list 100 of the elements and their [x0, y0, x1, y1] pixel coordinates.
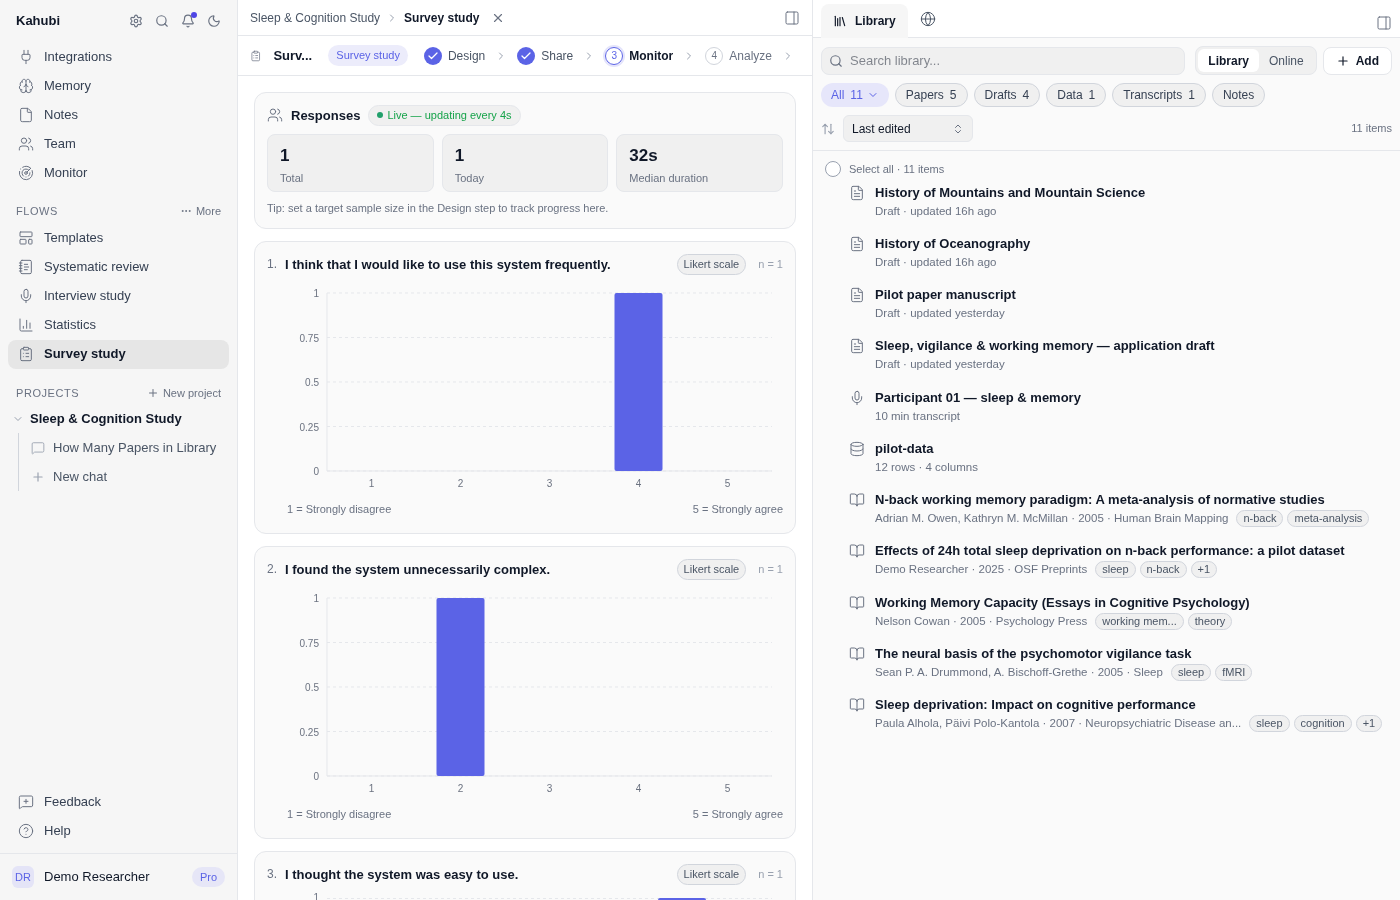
y-tick-label: 0 — [313, 770, 319, 782]
filter-chip[interactable]: Papers 5 — [894, 83, 968, 107]
section-heading: FLOWS — [16, 204, 58, 219]
library-item[interactable]: pilot-data 12 rows · 4 columns — [849, 439, 982, 476]
globe-icon[interactable] — [919, 10, 936, 27]
sidebar-item[interactable]: Notes — [8, 100, 229, 129]
item-title: Pilot paper manuscript — [875, 286, 1016, 304]
tag: n-back — [1236, 510, 1284, 528]
sample-count: n = 1 — [758, 257, 783, 272]
search-field[interactable]: Search library... — [821, 46, 1186, 75]
scale-badge: Likert scale — [676, 559, 747, 580]
library-item[interactable]: History of Mountains and Mountain Science Draft · updated 16h ago — [849, 183, 1146, 220]
sidebar-item[interactable]: Feedback — [8, 787, 229, 816]
tip-text: Tip: set a target sample size in the Design step to track progress here. — [267, 200, 610, 216]
filter-chip[interactable]: Drafts 4 — [973, 83, 1041, 107]
tag: cognition — [1293, 715, 1352, 733]
library-item[interactable]: Sleep, vigilance & working memory — application draft Draft · updated yesterday — [849, 337, 1215, 374]
tag: +1 — [1355, 715, 1383, 733]
library-item[interactable]: Pilot paper manuscript Draft · updated yesterday — [849, 286, 1016, 323]
y-tick-label: 1 — [312, 892, 319, 900]
settings-icon[interactable] — [129, 14, 143, 28]
sidebar-item[interactable]: Integrations — [8, 42, 229, 71]
step[interactable]: 4 Analyze — [705, 46, 772, 65]
step[interactable]: Share — [517, 46, 574, 65]
section-heading: PROJECTS — [16, 385, 80, 401]
sample-count: n = 1 — [758, 562, 783, 577]
filter-chip[interactable]: Transcripts 1 — [1112, 83, 1206, 107]
y-tick-label: 0.5 — [305, 681, 319, 693]
users-icon — [18, 135, 34, 152]
step[interactable]: Design — [423, 46, 486, 65]
mode-option[interactable]: Online — [1259, 49, 1314, 72]
sidebar-item[interactable]: Statistics — [8, 310, 229, 340]
plus-icon — [1335, 53, 1350, 68]
question-text: I found the system unnecessarily complex. — [285, 560, 552, 579]
y-tick-label: 0.25 — [299, 726, 319, 737]
radar-icon — [18, 164, 34, 181]
library-item[interactable]: History of Oceanography Draft · updated 16h ago — [849, 234, 1031, 271]
sort-select[interactable]: Last edited — [843, 115, 973, 142]
y-tick-label: 1 — [313, 592, 319, 604]
sidebar-item[interactable]: Survey study — [8, 339, 229, 369]
add-button[interactable]: Add — [1322, 46, 1392, 75]
library-item[interactable]: Sleep deprivation: Impact on cognitive performance Paula Alhola, Päivi Polo-Kantola · 2007 · Neuropsychiatric Disease an... sleep cognition +1 — [849, 696, 1383, 733]
more-button[interactable]: More — [179, 203, 221, 220]
new-project-button[interactable]: New project — [146, 384, 221, 401]
sidebar-item[interactable]: Systematic review — [8, 252, 229, 282]
library-item[interactable]: Effects of 24h total sleep deprivation on n-back performance: a pilot dataset Demo Researcher · 2025 · OSF Preprints sleep n-back +1 — [849, 542, 1345, 579]
search-icon[interactable] — [155, 14, 169, 28]
panel-toggle-icon[interactable] — [784, 9, 800, 26]
moon-icon[interactable] — [207, 14, 221, 28]
library-item[interactable]: N-back working memory paradigm: A meta-analysis of normative studies Adrian M. Owen, Kathryn M. McMillan · 2005 · Human Brain Mapping n-back meta-analysis — [849, 491, 1370, 528]
x-tick-label: 2 — [457, 477, 464, 489]
document-icon — [849, 184, 865, 201]
chat-bubble-icon — [31, 440, 45, 455]
item-title: Working Memory Capacity (Essays in Cognitive Psychology) — [875, 593, 1250, 612]
bar-chart-icon — [18, 317, 34, 333]
library-item[interactable]: The neural basis of the psychomotor vigilance task Sean P. A. Drummond, A. Bischoff-Grethe · 2005 · Sleep sleep fMRI — [849, 644, 1253, 681]
chevrons-icon — [952, 122, 964, 135]
book-icon — [849, 697, 865, 713]
mode-option[interactable]: Library — [1198, 49, 1259, 72]
library-item[interactable]: Working Memory Capacity (Essays in Cognitive Psychology) Nelson Cowan · 2005 · Psychology Press working mem... theory — [849, 593, 1250, 630]
y-tick-label: 0.25 — [299, 421, 319, 432]
x-tick-label: 4 — [635, 477, 642, 489]
item-title: Sleep deprivation: Impact on cognitive performance — [875, 696, 1197, 714]
chat-item[interactable]: How Many Papers in Library — [31, 433, 225, 462]
x-tick-label: 5 — [724, 782, 731, 794]
tag: n-back — [1139, 561, 1187, 579]
library-item[interactable]: Participant 01 — sleep & memory 10 min transcript — [849, 388, 1081, 425]
filter-chip[interactable]: Notes — [1211, 83, 1266, 107]
tag: +1 — [1190, 561, 1218, 579]
item-title: Participant 01 — sleep & memory — [875, 388, 1081, 407]
breadcrumb-current: Survey study — [404, 9, 480, 27]
y-tick-label: 0.5 — [305, 376, 319, 388]
sidebar-item[interactable]: Help — [8, 816, 229, 845]
sidebar-item[interactable]: Templates — [8, 223, 229, 253]
panel-toggle-icon[interactable] — [1376, 14, 1392, 31]
project-item[interactable]: Sleep & Cognition Study — [12, 405, 182, 433]
bell-icon[interactable] — [181, 14, 195, 28]
check-icon — [517, 46, 536, 65]
sidebar-item[interactable]: Team — [8, 129, 229, 158]
card-title: Responses — [291, 106, 361, 125]
document-icon — [849, 235, 865, 252]
sidebar-item[interactable]: Memory — [8, 71, 229, 100]
breadcrumb-link[interactable]: Sleep & Cognition Study — [250, 8, 381, 27]
filter-chip[interactable]: Data 1 — [1046, 83, 1107, 107]
clipboard-icon — [18, 346, 34, 362]
item-meta: Paula Alhola, Päivi Polo-Kantola · 2007 · Neuropsychiatric Disease an... — [875, 716, 1242, 731]
scale-badge: Likert scale — [676, 864, 747, 885]
y-tick-label: 0 — [313, 465, 319, 477]
sidebar-item[interactable]: Monitor — [8, 158, 229, 187]
library-tab[interactable]: Library — [821, 3, 908, 38]
checkbox[interactable] — [825, 161, 841, 178]
filter-chip[interactable]: All 11 — [821, 83, 889, 107]
item-title: History of Mountains and Mountain Science — [875, 183, 1146, 202]
item-meta: Sean P. A. Drummond, A. Bischoff-Grethe · 2005 · Sleep — [875, 664, 1163, 680]
microphone-icon — [18, 288, 34, 304]
new-chat-button[interactable]: New chat — [31, 462, 225, 491]
tag: sleep — [1095, 561, 1136, 579]
step[interactable]: 3 Monitor — [605, 46, 674, 65]
scale-label: 1 = Strongly disagree — [287, 806, 392, 822]
sidebar-item[interactable]: Interview study — [8, 281, 229, 311]
